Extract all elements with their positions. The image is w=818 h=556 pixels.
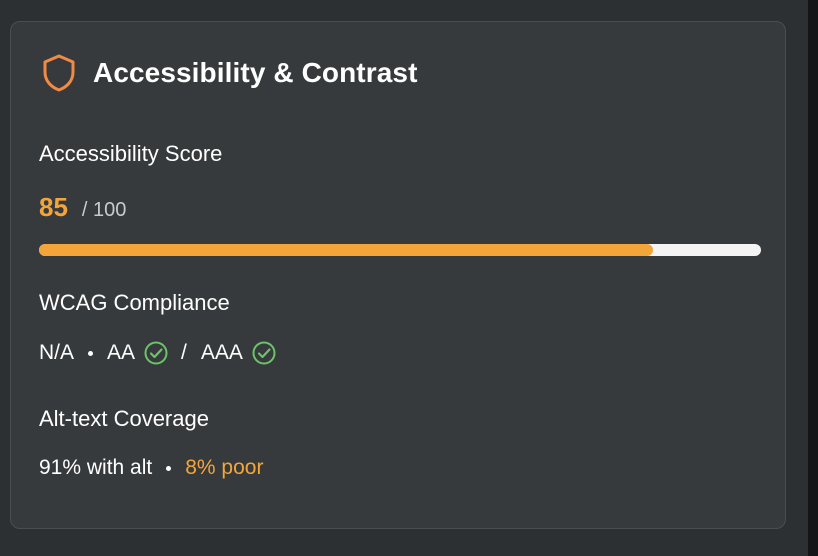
score-progress-bar	[39, 244, 761, 256]
separator-dot	[166, 465, 172, 471]
alt-text-with-alt: 91% with alt	[39, 456, 153, 479]
wcag-level-a: N/A	[39, 341, 75, 364]
wcag-separator: /	[181, 341, 187, 364]
window-edge	[808, 0, 818, 556]
wcag-label: WCAG Compliance	[39, 290, 230, 315]
card-header: Accessibility & Contrast	[41, 53, 418, 93]
alt-text-row: 91% with alt 8% poor	[39, 456, 263, 480]
accessibility-card: Accessibility & Contrast Accessibility S…	[10, 21, 786, 529]
alt-text-poor: 8% poor	[185, 456, 264, 479]
score-progress-fill	[39, 244, 653, 256]
wcag-row: N/A AA / AAA	[39, 340, 277, 366]
score-value: 85	[39, 192, 68, 222]
score-row: 85 / 100	[39, 192, 126, 223]
shield-icon	[43, 54, 75, 92]
check-circle-icon	[144, 341, 168, 365]
separator-dot	[88, 350, 94, 356]
card-title: Accessibility & Contrast	[93, 57, 418, 88]
wcag-level-aa: AA	[107, 341, 136, 364]
page: Accessibility & Contrast Accessibility S…	[0, 0, 818, 556]
score-max: / 100	[81, 199, 127, 221]
score-label: Accessibility Score	[39, 141, 223, 166]
check-circle-icon	[252, 341, 276, 365]
alt-text-label: Alt-text Coverage	[39, 406, 209, 431]
wcag-level-aaa: AAA	[200, 341, 243, 364]
